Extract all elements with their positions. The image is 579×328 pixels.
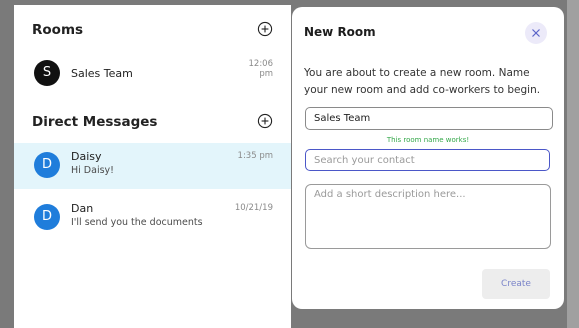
room-name: Sales Team (71, 67, 133, 80)
room-time-line1: 12:06 (248, 59, 274, 69)
contact-name: Dan (71, 202, 94, 215)
add-direct-message-icon[interactable] (257, 113, 273, 129)
contact-search-input[interactable] (305, 149, 550, 171)
room-timestamp: 12:06 pm (233, 59, 274, 79)
rooms-title: Rooms (32, 22, 84, 38)
message-timestamp: 1:35 pm (237, 151, 273, 161)
direct-messages-header: Direct Messages (14, 111, 291, 135)
dm-item-dan[interactable]: D Dan I'll send you the documents 10/21/… (14, 195, 291, 241)
message-preview: I'll send you the documents (71, 217, 203, 228)
create-button[interactable]: Create (482, 269, 550, 299)
modal-description: You are about to create a new room. Name… (304, 67, 541, 96)
message-preview: Hi Daisy! (71, 165, 114, 176)
room-time-line2: pm (259, 69, 273, 79)
room-item-sales-team[interactable]: S Sales Team 12:06 pm (14, 51, 291, 97)
room-name-input[interactable] (305, 107, 553, 130)
chat-list-panel: Rooms S Sales Team 12:06 pm Direct Messa… (14, 5, 291, 328)
contact-name: Daisy (71, 150, 102, 163)
close-icon[interactable] (525, 22, 547, 44)
direct-messages-title: Direct Messages (32, 114, 158, 130)
dm-item-daisy[interactable]: D Daisy Hi Daisy! 1:35 pm (14, 143, 291, 189)
room-name-hint: This room name works! (386, 136, 470, 144)
new-room-modal: New Room You are about to create a new r… (292, 7, 564, 309)
add-room-icon[interactable] (257, 21, 273, 37)
modal-title: New Room (304, 25, 376, 39)
avatar: D (34, 204, 60, 230)
background-edge (567, 0, 579, 328)
message-timestamp: 10/21/19 (234, 203, 273, 213)
room-description-textarea[interactable] (305, 184, 551, 249)
rooms-header: Rooms (14, 19, 291, 43)
avatar: S (34, 60, 60, 86)
close-button[interactable] (525, 22, 547, 44)
avatar: D (34, 152, 60, 178)
